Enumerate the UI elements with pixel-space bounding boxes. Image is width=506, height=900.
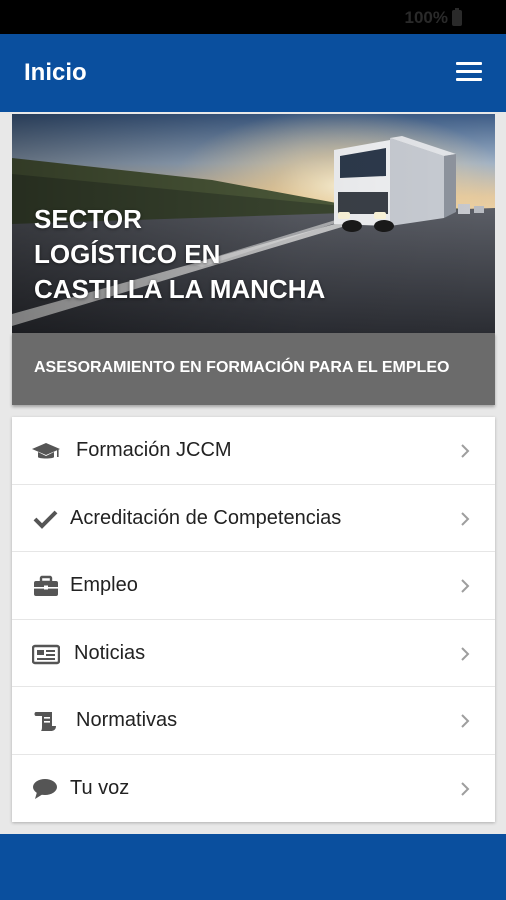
menu-item-label: Empleo [70,574,138,596]
bottom-bar [0,834,506,900]
menu-item-normativas[interactable]: Normativas [12,687,495,755]
chevron-right-icon [461,511,470,526]
chevron-right-icon [461,781,470,796]
hero-title-line-3: CASTILLA LA MANCHA [34,274,326,304]
graduation-cap-icon [32,443,60,459]
checkmark-icon [33,510,58,529]
subtitle-banner[interactable]: ASESORAMIENTO EN FORMACIÓN PARA EL EMPLE… [12,333,495,405]
menu-item-formacion[interactable]: Formación JCCM [12,417,495,485]
chevron-right-icon [461,714,470,728]
menu-item-label: Normativas [76,709,178,731]
briefcase-icon [34,575,58,596]
chevron-right-icon [461,579,470,593]
menu-list: Formación JCCM Acreditación de Competenc… [12,417,495,822]
app-bar: Inicio [0,34,506,112]
menu-item-label: Formación JCCM [76,439,232,461]
menu-item-empleo[interactable]: Empleo [12,552,495,620]
hero-title-line-2: LOGÍSTICO EN [34,239,221,269]
menu-item-noticias[interactable]: Noticias [12,620,495,687]
hero-title: SECTOR LOGÍSTICO EN CASTILLA LA MANCHA [34,202,325,307]
speech-bubble-icon [33,778,57,799]
scroll-icon [34,712,56,731]
status-bar: 100% [0,0,506,34]
battery-percentage: 100% [404,8,448,27]
newspaper-icon [32,644,60,664]
battery-icon [452,8,462,26]
hero-title-line-1: SECTOR [34,204,142,234]
menu-item-acreditacion[interactable]: Acreditación de Competencias [12,485,495,552]
menu-item-tu-voz[interactable]: Tu voz [12,755,495,823]
chevron-right-icon [461,646,470,661]
hamburger-menu-icon[interactable] [456,62,484,84]
banner-text: ASESORAMIENTO EN FORMACIÓN PARA EL EMPLE… [34,359,450,376]
hero-banner: SECTOR LOGÍSTICO EN CASTILLA LA MANCHA [12,114,495,333]
menu-item-label: Noticias [74,641,146,664]
page-title: Inicio [24,59,87,86]
menu-item-label: Acreditación de Competencias [70,506,342,529]
chevron-right-icon [461,444,470,458]
menu-item-label: Tu voz [70,776,130,799]
